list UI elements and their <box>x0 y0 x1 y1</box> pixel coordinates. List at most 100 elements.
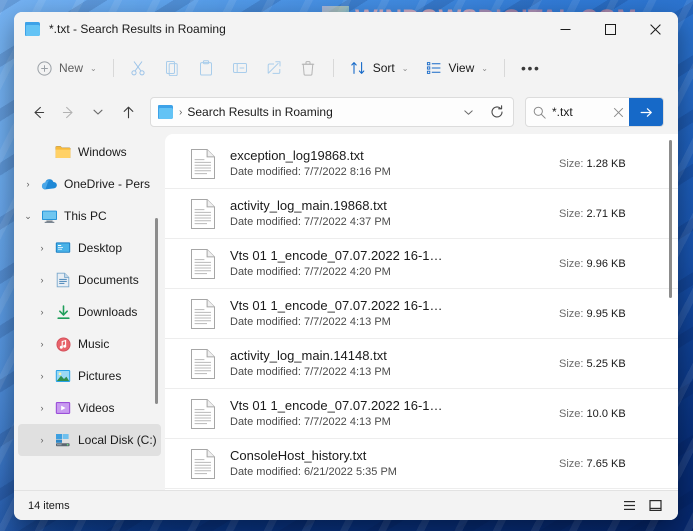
file-size-label: Size: <box>559 457 584 470</box>
chevron-right-icon[interactable]: › <box>18 179 38 189</box>
sidebar-icon-wrap <box>52 337 74 352</box>
sidebar-item-onedrive-pers[interactable]: › OneDrive - Pers <box>18 168 161 200</box>
sidebar-icon-wrap <box>38 209 60 224</box>
chevron-right-icon[interactable]: › <box>32 435 52 445</box>
navigation-tree: Windows › OneDrive - Pers ⌄ This PC › Desktop ›… <box>14 134 165 490</box>
chevron-right-icon[interactable]: › <box>32 403 52 413</box>
chevron-down-icon: ⌄ <box>481 63 488 73</box>
sidebar-item-label: Desktop <box>78 241 123 255</box>
sidebar-icon-wrap <box>52 241 74 255</box>
clear-search-button[interactable] <box>607 107 629 118</box>
file-row[interactable]: exception_log19868.txt Date modified: 7/7… <box>165 139 678 189</box>
sidebar-item-label: Downloads <box>78 305 138 319</box>
chevron-right-icon[interactable]: › <box>32 371 52 381</box>
file-date-modified: Date modified: 7/7/2022 4:20 PM <box>230 266 391 278</box>
search-input[interactable]: *.txt <box>552 105 607 119</box>
downloads-icon <box>56 304 71 320</box>
file-date-modified: Date modified: 7/7/2022 4:13 PM <box>230 316 391 328</box>
sidebar-item-downloads[interactable]: › Downloads <box>18 296 161 328</box>
share-button[interactable] <box>258 52 291 84</box>
chevron-right-icon[interactable]: › <box>32 339 52 349</box>
file-list-scrollbar[interactable] <box>665 140 675 298</box>
refresh-button[interactable] <box>485 100 509 124</box>
file-size-label: Size: <box>559 257 584 270</box>
chevron-right-icon[interactable]: › <box>32 243 52 253</box>
sidebar-item-music[interactable]: › Music <box>18 328 161 360</box>
view-button[interactable]: View ⌄ <box>417 52 496 84</box>
chevron-right-icon[interactable]: › <box>32 307 52 317</box>
file-size-value: 9.95 KB <box>586 307 626 320</box>
sidebar-item-windows[interactable]: Windows <box>18 136 161 168</box>
view-list-icon <box>425 60 442 77</box>
chevron-down-icon[interactable]: ⌄ <box>18 211 38 222</box>
sidebar-icon-wrap <box>38 178 60 191</box>
sidebar-scrollbar[interactable] <box>152 218 161 404</box>
file-row[interactable]: Vts 01 1_encode_07.07.2022 16-1… Date mod… <box>165 389 678 439</box>
ellipsis-icon: ••• <box>520 60 541 76</box>
file-row[interactable]: activity_log_main.14148.txt Date modified… <box>165 339 678 389</box>
title-bar: *.txt - Search Results in Roaming <box>14 12 678 46</box>
file-meta: Vts 01 1_encode_07.07.2022 16-1… Date mod… <box>230 247 549 280</box>
pictures-icon <box>55 369 71 383</box>
toolbar-separator <box>112 59 114 77</box>
file-name: Vts 01 1_encode_07.07.2022 16-1… <box>230 398 443 413</box>
minimize-button[interactable] <box>543 12 588 46</box>
chevron-right-icon[interactable]: › <box>32 275 52 285</box>
file-size: Size: 9.95 KB <box>549 308 664 320</box>
file-row[interactable]: activity_log_main.19868.txt Date modified… <box>165 189 678 239</box>
sidebar-item-desktop[interactable]: › Desktop <box>18 232 161 264</box>
search-box[interactable]: *.txt <box>525 97 664 127</box>
up-button[interactable] <box>114 98 142 126</box>
recent-locations-button[interactable] <box>84 98 112 126</box>
breadcrumb-separator: › <box>179 106 183 118</box>
folder-icon <box>55 145 71 159</box>
file-size: Size: 2.71 KB <box>549 208 664 220</box>
sidebar-item-this-pc[interactable]: ⌄ This PC <box>18 200 161 232</box>
breadcrumb[interactable]: › Search Results in Roaming <box>150 97 514 127</box>
cut-button[interactable] <box>122 52 155 84</box>
music-icon <box>56 337 71 352</box>
sort-icon <box>350 60 367 77</box>
back-button[interactable] <box>24 98 52 126</box>
file-meta: exception_log19868.txt Date modified: 7/7… <box>230 147 549 180</box>
paste-icon <box>198 60 215 77</box>
text-file-icon <box>190 198 216 230</box>
file-list-pane: exception_log19868.txt Date modified: 7/7… <box>165 134 678 490</box>
copy-button[interactable] <box>156 52 189 84</box>
share-icon <box>266 60 283 77</box>
sidebar-item-documents[interactable]: › Documents <box>18 264 161 296</box>
large-icons-view-button[interactable] <box>644 495 666 517</box>
details-view-button[interactable] <box>618 495 640 517</box>
sidebar-icon-wrap <box>52 145 74 159</box>
file-list-scrollbar-thumb[interactable] <box>668 140 672 298</box>
paste-button[interactable] <box>190 52 223 84</box>
file-row[interactable]: Vts 01 1_encode_07.07.2022 16-1… Date mod… <box>165 289 678 339</box>
sidebar-item-label: OneDrive - Pers <box>64 177 151 191</box>
file-meta: ConsoleHost_history.txt Date modified: 6/… <box>230 447 549 480</box>
file-date-modified: Date modified: 7/7/2022 4:37 PM <box>230 216 391 228</box>
file-size: Size: 5.25 KB <box>549 358 664 370</box>
search-submit-button[interactable] <box>629 98 663 126</box>
sidebar-item-label: Windows <box>78 145 127 159</box>
sidebar-item-local-disk-c[interactable]: › Local Disk (C:) <box>18 424 161 456</box>
more-options-button[interactable]: ••• <box>513 52 549 84</box>
forward-button[interactable] <box>54 98 82 126</box>
file-row[interactable]: ConsoleHost_history.txt Date modified: 6/… <box>165 439 678 489</box>
rename-button[interactable] <box>224 52 257 84</box>
file-row[interactable]: Vts 01 1_encode_07.07.2022 16-1… Date mod… <box>165 239 678 289</box>
breadcrumb-dropdown-button[interactable] <box>456 100 480 124</box>
chevron-down-icon: ⌄ <box>401 63 409 73</box>
file-size: Size: 9.96 KB <box>549 258 664 270</box>
close-button[interactable] <box>633 12 678 46</box>
maximize-button[interactable] <box>588 12 633 46</box>
sort-button[interactable]: Sort ⌄ <box>342 52 417 84</box>
sidebar-item-pictures[interactable]: › Pictures <box>18 360 161 392</box>
new-button[interactable]: New ⌄ <box>28 52 105 84</box>
folder-icon <box>25 22 41 36</box>
trash-icon <box>300 60 317 77</box>
sort-button-label: Sort <box>372 61 395 75</box>
file-size-label: Size: <box>559 307 584 320</box>
sidebar-item-videos[interactable]: › Videos <box>18 392 161 424</box>
delete-button[interactable] <box>292 52 325 84</box>
sidebar-scrollbar-thumb[interactable] <box>155 218 158 404</box>
